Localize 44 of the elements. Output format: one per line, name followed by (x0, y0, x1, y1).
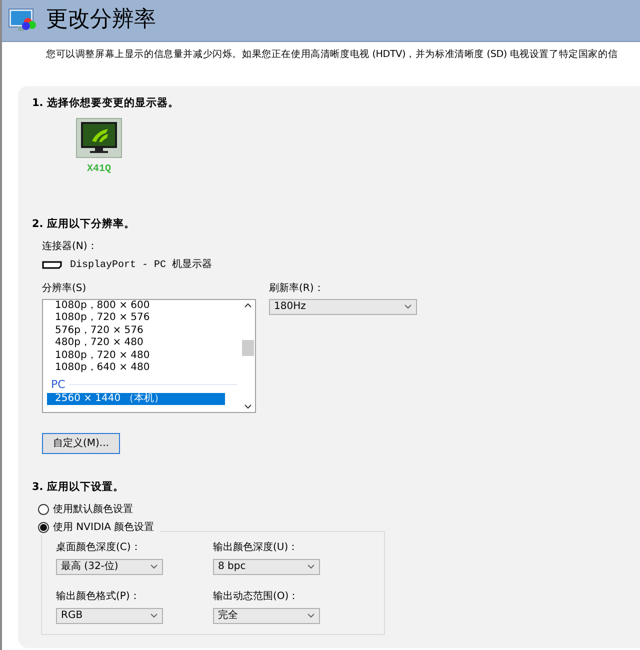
chevron-down-icon (150, 613, 158, 618)
scroll-up-icon[interactable] (244, 302, 252, 308)
connector-name: DisplayPort - PC 机显示器 (70, 258, 212, 273)
resolution-option[interactable]: 1080p，800 × 600 (47, 300, 237, 312)
custom-button[interactable]: 自定义(M)... (42, 432, 120, 454)
radio-button[interactable] (38, 504, 49, 515)
chevron-down-icon (150, 564, 158, 570)
step-title: 3. 应用以下设置。 (32, 480, 125, 495)
chevron-down-icon (307, 613, 315, 618)
resolution-option[interactable]: 480p，720 × 480 (47, 337, 237, 350)
resolution-list[interactable]: 1080p，800 × 600 1080p，720 × 576 576p，720 × 576 480p，720 × 480 1080p，720 × 480 1080p，640 × 480 PC 2560 × 1440 （本机） (42, 298, 256, 413)
step-title: 1. 选择你想要变更的显示器。 (32, 96, 180, 112)
scroll-down-icon[interactable] (244, 404, 252, 410)
chevron-down-icon (307, 564, 315, 570)
refresh-rate-dropdown[interactable]: 180Hz (269, 298, 417, 315)
setting-dropdown[interactable]: 完全 (213, 608, 320, 624)
resolution-option[interactable]: 576p，720 × 576 (47, 324, 237, 338)
resolution-option[interactable]: 2560 × 1440 （本机） (47, 392, 225, 406)
list-group-header: PC (47, 376, 237, 393)
radio-button[interactable] (38, 522, 49, 533)
setting-label: 输出颜色格式(P)： (56, 590, 141, 604)
setting-label: 桌面颜色深度(C)： (56, 540, 142, 555)
setting-label: 输出动态范围(O)： (213, 590, 300, 604)
description-text: 您可以调整屏幕上显示的信息量并减少闪烁。如果您正在使用高清晰度电视 (HDTV)，并为标准清晰度 (SD) 电视设置了特定国家的信 (45, 48, 619, 62)
connector-label: 连接器(N)： (42, 240, 98, 254)
setting-dropdown[interactable]: 8 bpc (213, 558, 320, 575)
displayport-icon (42, 261, 62, 270)
color-option-radio[interactable]: 使用 NVIDIA 颜色设置 (38, 520, 160, 535)
setting-dropdown[interactable]: RGB (56, 608, 163, 624)
chevron-down-icon (404, 304, 412, 310)
display-tile[interactable] (76, 118, 122, 158)
resolution-option[interactable]: 1080p，720 × 480 (47, 350, 237, 362)
resolution-option[interactable]: 1080p，640 × 480 (47, 362, 237, 375)
scrollbar-thumb[interactable] (242, 340, 254, 356)
step-title: 2. 应用以下分辨率。 (32, 217, 136, 232)
display-label: X41Q (86, 163, 111, 178)
monitor-icon (80, 121, 118, 156)
monitor-color-icon (8, 8, 38, 34)
page-title: 更改分辨率 (46, 7, 156, 34)
resolution-option[interactable]: 1080p，720 × 576 (47, 312, 237, 325)
refresh-rate-label: 刷新率(R)： (269, 282, 325, 296)
setting-dropdown[interactable]: 最高 (32-位) (56, 558, 163, 575)
resolution-label: 分辨率(S) (42, 282, 88, 296)
setting-label: 输出颜色深度(U)： (213, 540, 300, 555)
